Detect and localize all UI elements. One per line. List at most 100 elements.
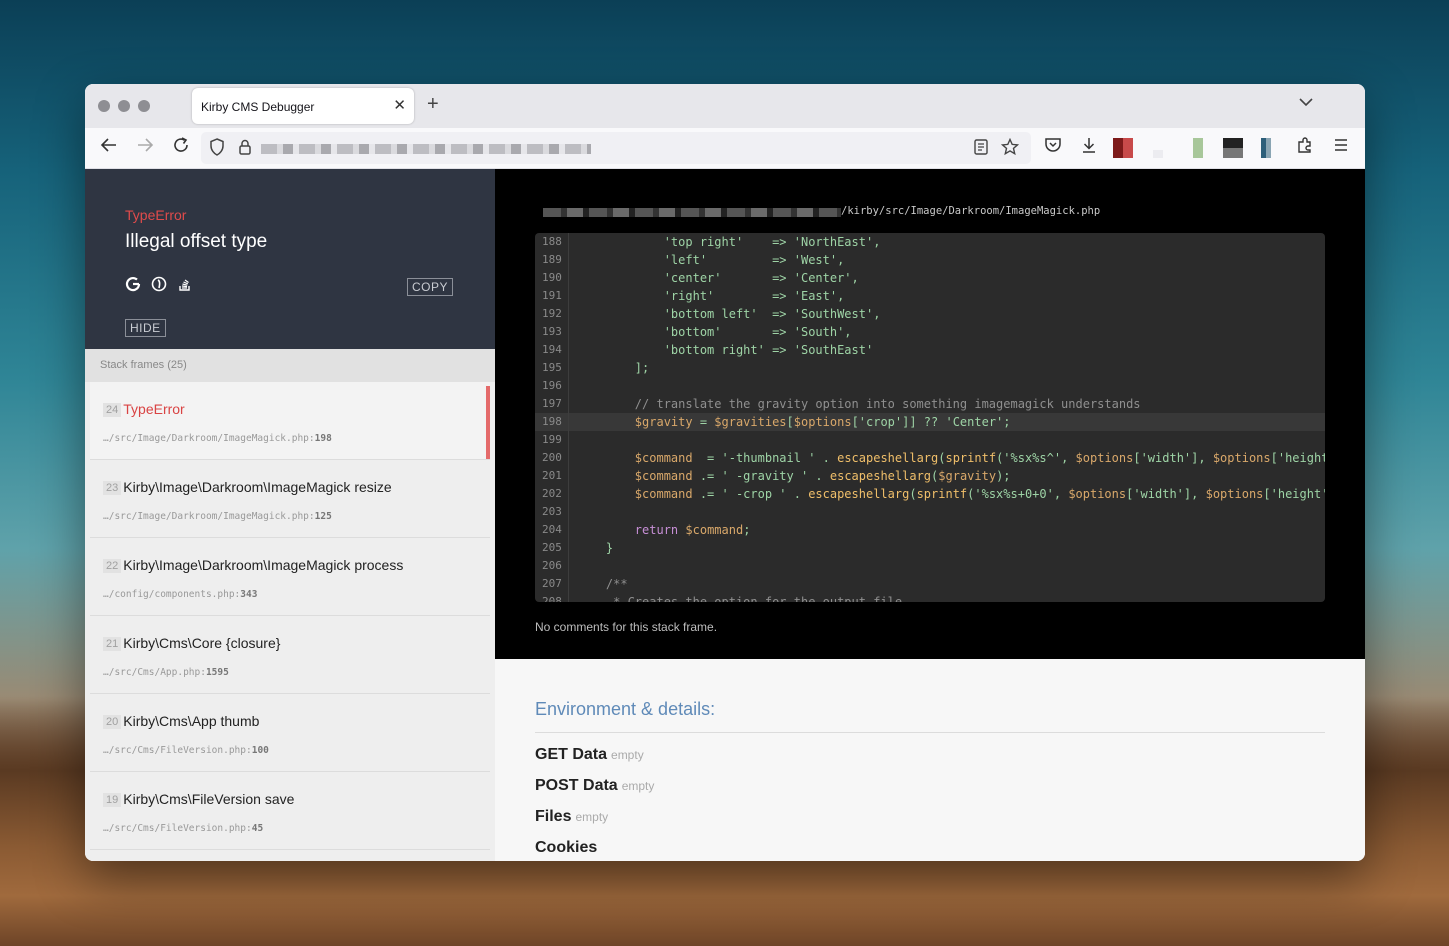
frame-title: Kirby\Cms\Core {closure} [123, 635, 281, 651]
code-line: 188 'top right' => 'NorthEast', [535, 233, 1325, 251]
code-block: 188 'top right' => 'NorthEast', 189 'left… [535, 233, 1325, 602]
line-number: 190 [535, 269, 569, 287]
main-panel: /kirby/src/Image/Darkroom/ImageMagick.ph… [495, 169, 1365, 861]
line-source: 'left' => 'West', [577, 253, 845, 267]
tab-list-chevron-icon[interactable] [1299, 94, 1313, 110]
environment-row: Cookies [535, 839, 1325, 857]
stack-frame[interactable]: 22 Kirby\Image\Darkroom\ImageMagick proce… [90, 538, 490, 616]
code-line: 201 $command .= ' -gravity ' . escapeshe… [535, 467, 1325, 485]
code-line: 197 // translate the gravity option into… [535, 395, 1325, 413]
line-source: /** [577, 577, 628, 591]
lock-icon[interactable] [233, 138, 257, 161]
code-line: 206 [535, 557, 1325, 575]
code-line: 199 [535, 431, 1325, 449]
extension-icon[interactable] [1193, 138, 1203, 158]
line-source: 'right' => 'East', [577, 289, 845, 303]
zoom-window-button[interactable] [138, 100, 150, 112]
page-content: TypeError Illegal offset type COPY HIDE [85, 169, 1365, 861]
empty-indicator: empty [611, 748, 644, 762]
line-number: 204 [535, 521, 569, 539]
file-path: /kirby/src/Image/Darkroom/ImageMagick.ph… [535, 205, 1325, 219]
google-search-icon[interactable] [125, 276, 141, 296]
stack-frame[interactable]: 24 TypeError …/src/Image/Darkroom/ImageMag… [90, 382, 490, 460]
address-bar[interactable] [201, 132, 1031, 164]
code-line: 208 * Creates the option for the output … [535, 593, 1325, 602]
code-line: 205 } [535, 539, 1325, 557]
code-line: 203 [535, 503, 1325, 521]
environment-label: Files [535, 808, 572, 825]
extension-icon[interactable] [1153, 150, 1163, 158]
shield-icon[interactable] [205, 138, 229, 161]
line-number: 199 [535, 431, 569, 449]
bookmark-star-icon[interactable] [998, 137, 1022, 161]
environment-title: Environment & details: [535, 699, 1325, 733]
tab-active[interactable]: Kirby CMS Debugger ✕ [192, 88, 414, 124]
minimize-window-button[interactable] [118, 100, 130, 112]
environment-list: GET Data empty POST Data empty Files empty Coo… [535, 746, 1325, 857]
hide-button[interactable]: HIDE [125, 319, 166, 337]
stack-frame[interactable]: 19 Kirby\Cms\FileVersion save …/src/Cms/Fi… [90, 772, 490, 850]
error-message: Illegal offset type [125, 231, 268, 252]
frame-number: 22 [103, 559, 122, 573]
line-source: * Creates the option for the output file [577, 595, 903, 602]
frame-line-number: 1595 [205, 667, 229, 678]
frame-file-path: …/src/Image/Darkroom/ImageMagick.php: [103, 433, 315, 444]
copy-button[interactable]: COPY [406, 278, 453, 296]
code-line: 190 'center' => 'Center', [535, 269, 1325, 287]
frame-title: Kirby\Image\Darkroom\ImageMagick process [123, 557, 404, 573]
environment-label: POST Data [535, 777, 618, 794]
window-controls [98, 100, 150, 112]
frame-heading: 19 Kirby\Cms\FileVersion save [103, 791, 472, 809]
extension-icon[interactable] [1261, 138, 1271, 158]
tab-bar: Kirby CMS Debugger ✕ + [85, 84, 1365, 128]
stack-frame-list: 24 TypeError …/src/Image/Darkroom/ImageMag… [85, 382, 495, 850]
tab-title: Kirby CMS Debugger [201, 100, 315, 114]
new-tab-button[interactable]: + [427, 93, 439, 116]
stackoverflow-search-icon[interactable] [177, 276, 193, 296]
environment-row: Files empty [535, 808, 1325, 826]
frame-line-number: 125 [314, 511, 332, 522]
back-arrow-icon[interactable] [97, 136, 121, 159]
extensions-icon[interactable] [1293, 136, 1317, 159]
line-source [569, 431, 577, 449]
code-line: 202 $command .= ' -crop ' . escapeshella… [535, 485, 1325, 503]
extension-icon[interactable] [1113, 138, 1133, 158]
search-links [125, 276, 193, 296]
line-number: 197 [535, 395, 569, 413]
environment-section: Environment & details: GET Data empty POST… [495, 659, 1365, 861]
frame-file-path: …/src/Image/Darkroom/ImageMagick.php: [103, 511, 315, 522]
download-icon[interactable] [1077, 136, 1101, 159]
code-line: 193 'bottom' => 'South', [535, 323, 1325, 341]
frame-line-number: 343 [240, 589, 258, 600]
close-window-button[interactable] [98, 100, 110, 112]
line-source [569, 503, 577, 521]
frame-file: …/config/components.php:343 [103, 589, 472, 600]
forward-arrow-icon[interactable] [133, 136, 157, 159]
frame-number: 24 [103, 403, 122, 417]
browser-window: Kirby CMS Debugger ✕ + TypeError Illegal… [85, 84, 1365, 861]
stack-frame[interactable]: 21 Kirby\Cms\Core {closure} …/src/Cms/App.… [90, 616, 490, 694]
code-line: 204 return $command; [535, 521, 1325, 539]
line-number: 207 [535, 575, 569, 593]
stack-frames-header: Stack frames (25) [85, 349, 495, 382]
reload-icon[interactable] [169, 136, 193, 159]
frame-line-number: 198 [314, 433, 332, 444]
stack-frame[interactable]: 20 Kirby\Cms\App thumb …/src/Cms/FileVersi… [90, 694, 490, 772]
pocket-icon[interactable] [1041, 136, 1065, 159]
reader-view-icon[interactable] [969, 138, 993, 161]
duckduckgo-search-icon[interactable] [151, 276, 167, 296]
line-number: 201 [535, 467, 569, 485]
code-line: 194 'bottom right' => 'SouthEast' [535, 341, 1325, 359]
frame-file-path: …/config/components.php: [103, 589, 241, 600]
frame-number: 21 [103, 637, 122, 651]
line-source: $command .= ' -gravity ' . escapeshellar… [634, 469, 1011, 483]
frame-line-number: 45 [251, 823, 264, 834]
hamburger-menu-icon[interactable] [1329, 136, 1353, 159]
environment-row: POST Data empty [535, 777, 1325, 795]
environment-label: Cookies [535, 839, 598, 856]
line-number: 208 [535, 593, 569, 602]
stack-frame[interactable]: 23 Kirby\Image\Darkroom\ImageMagick resiz… [90, 460, 490, 538]
tab-close-icon[interactable]: ✕ [393, 96, 406, 114]
line-source: $command .= ' -crop ' . escapeshellarg(s… [634, 487, 1325, 501]
extension-icon[interactable] [1223, 138, 1243, 158]
